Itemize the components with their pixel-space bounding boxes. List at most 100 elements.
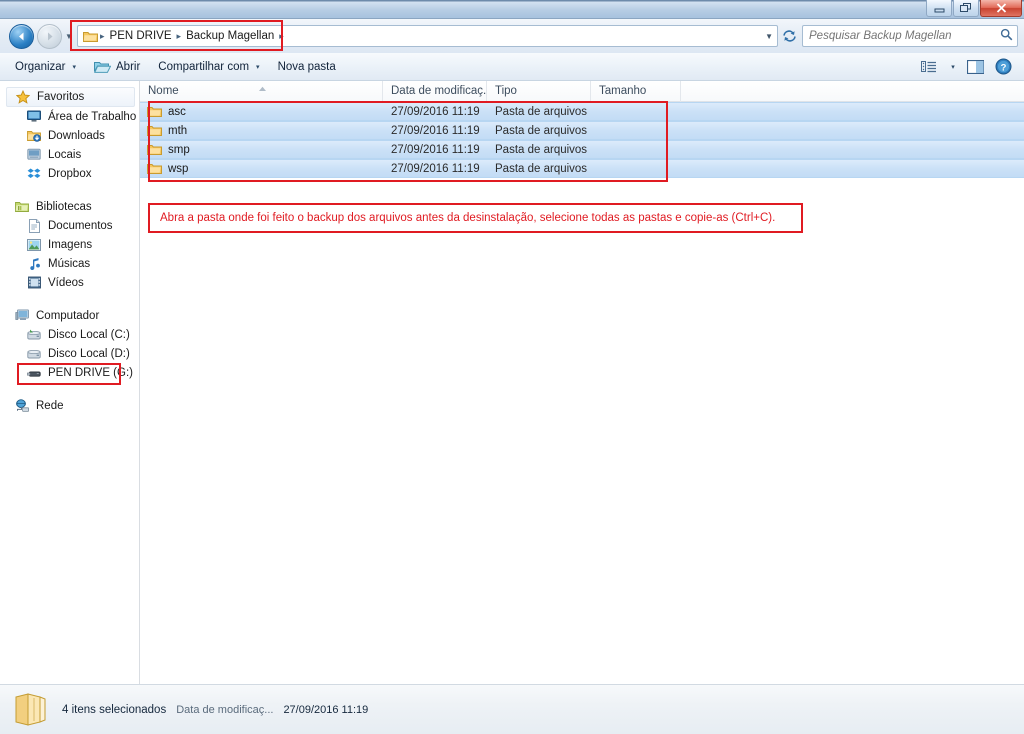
- sidebar-item-bibliotecas[interactable]: Bibliotecas: [0, 197, 139, 216]
- breadcrumb-separator[interactable]: ▸: [277, 31, 286, 42]
- sidebar-label: Dropbox: [48, 167, 92, 180]
- sidebar-label: PEN DRIVE (G:): [48, 366, 133, 379]
- sidebar-item-downloads[interactable]: Downloads: [0, 126, 139, 145]
- command-bar: Organizar ▾ Abrir Compartilhar com ▾ Nov…: [0, 53, 1024, 81]
- new-folder-button[interactable]: Nova pasta: [269, 58, 345, 76]
- preview-pane-button[interactable]: [962, 56, 988, 78]
- sidebar-label: Disco Local (D:): [48, 347, 130, 360]
- table-row[interactable]: asc 27/09/2016 11:19 Pasta de arquivos: [140, 102, 1024, 121]
- sidebar-item-favoritos[interactable]: Favoritos: [6, 87, 135, 107]
- annotation-text: Abra a pasta onde foi feito o backup dos…: [160, 212, 776, 224]
- sidebar-item-dropbox[interactable]: Dropbox: [0, 164, 139, 183]
- search-icon[interactable]: [1000, 28, 1013, 44]
- view-options-button[interactable]: [916, 56, 942, 78]
- cell-name: asc: [140, 105, 383, 118]
- sort-ascending-icon: [258, 81, 267, 100]
- dropbox-icon: [26, 166, 42, 182]
- sidebar-label: Favoritos: [37, 91, 85, 103]
- chevron-down-icon: ▾: [72, 63, 77, 71]
- cell-modified: 27/09/2016 11:19: [391, 143, 480, 156]
- back-button[interactable]: [9, 23, 34, 49]
- navigation-pane: Favoritos Área de Trabalho Downloads Loc…: [0, 81, 140, 684]
- column-header-data-modificacao[interactable]: Data de modificaç...: [383, 80, 487, 102]
- explorer-body: Favoritos Área de Trabalho Downloads Loc…: [0, 80, 1024, 684]
- breadcrumb-separator: ▸: [176, 30, 182, 41]
- usb-drive-icon: [26, 365, 42, 381]
- table-row[interactable]: wsp 27/09/2016 11:19 Pasta de arquivos: [140, 159, 1024, 178]
- annotation-callout: Abra a pasta onde foi feito o backup dos…: [148, 203, 803, 233]
- sidebar-item-disco-local-d[interactable]: Disco Local (D:): [0, 344, 139, 363]
- sidebar-item-videos[interactable]: Vídeos: [0, 273, 139, 292]
- breadcrumb-item-pen-drive[interactable]: PEN DRIVE: [107, 30, 175, 42]
- restore-button[interactable]: [953, 0, 979, 17]
- column-header-tamanho[interactable]: Tamanho: [591, 80, 681, 102]
- table-row[interactable]: smp 27/09/2016 11:19 Pasta de arquivos: [140, 140, 1024, 159]
- downloads-icon: [26, 128, 42, 144]
- sidebar-item-documentos[interactable]: Documentos: [0, 216, 139, 235]
- sidebar-item-imagens[interactable]: Imagens: [0, 235, 139, 254]
- sidebar-label: Documentos: [48, 219, 113, 232]
- organize-button[interactable]: Organizar ▾: [6, 58, 85, 76]
- file-name: asc: [168, 105, 186, 118]
- status-bar: 4 itens selecionados Data de modificaç..…: [0, 684, 1024, 734]
- folder-icon: [82, 28, 98, 44]
- open-button[interactable]: Abrir: [85, 57, 149, 77]
- search-box[interactable]: [802, 25, 1018, 47]
- minimize-button[interactable]: [926, 0, 952, 17]
- file-name: mth: [168, 124, 188, 137]
- chevron-down-icon: ▾: [256, 63, 260, 71]
- cell-type: Pasta de arquivos: [495, 105, 588, 118]
- breadcrumb[interactable]: ▸ PEN DRIVE ▸ Backup Magellan ▸ ▼: [77, 25, 778, 47]
- close-button[interactable]: [980, 0, 1022, 17]
- chevron-down-icon[interactable]: ▼: [62, 32, 76, 41]
- file-list-pane: Nome Data de modificaç... Tipo Tamanho a…: [140, 80, 1024, 684]
- folder-icon: [147, 124, 162, 137]
- folder-icon: [147, 162, 162, 175]
- search-input[interactable]: [807, 29, 1000, 43]
- share-label: Compartilhar com: [158, 60, 250, 73]
- status-detail-label: Data de modificaç...: [176, 703, 274, 716]
- breadcrumb-item-backup-magellan[interactable]: Backup Magellan: [183, 30, 277, 42]
- column-label: Tipo: [495, 84, 517, 97]
- share-with-button[interactable]: Compartilhar com ▾: [149, 58, 268, 76]
- sidebar-label: Computador: [36, 309, 100, 322]
- places-icon: [26, 147, 42, 163]
- sidebar-label: Imagens: [48, 238, 93, 251]
- sidebar-item-disco-local-c[interactable]: Disco Local (C:): [0, 325, 139, 344]
- sidebar-label: Área de Trabalho: [48, 110, 137, 123]
- chevron-down-icon[interactable]: ▼: [765, 32, 777, 41]
- file-name: wsp: [168, 162, 189, 175]
- folder-icon: [147, 105, 162, 118]
- sidebar-label: Vídeos: [48, 276, 84, 289]
- sidebar-item-pen-drive-g[interactable]: PEN DRIVE (G:): [0, 363, 139, 382]
- network-icon: [14, 398, 30, 414]
- command-bar-right: ▾ ?: [916, 56, 1018, 78]
- column-header-tipo[interactable]: Tipo: [487, 80, 591, 102]
- table-row[interactable]: mth 27/09/2016 11:19 Pasta de arquivos: [140, 121, 1024, 140]
- status-text: 4 itens selecionados Data de modificaç..…: [62, 704, 368, 716]
- refresh-icon[interactable]: [778, 25, 800, 47]
- sidebar-item-locais[interactable]: Locais: [0, 145, 139, 164]
- folder-icon: [147, 143, 162, 156]
- file-name: smp: [168, 143, 190, 156]
- sidebar-label: Rede: [36, 399, 64, 412]
- cell-name: smp: [140, 143, 383, 156]
- new-folder-label: Nova pasta: [277, 60, 336, 73]
- desktop-icon: [26, 109, 42, 125]
- sidebar-label: Locais: [48, 148, 82, 161]
- column-label: Nome: [148, 84, 179, 97]
- open-label: Abrir: [116, 60, 141, 73]
- explorer-window: ▼ ▸ PEN DRIVE ▸ Backup Magellan ▸ ▼ Pesq…: [0, 0, 1024, 734]
- nav-group-bibliotecas: Bibliotecas Documentos Imagens Músicas V…: [0, 197, 139, 292]
- sidebar-label: Disco Local (C:): [48, 328, 130, 341]
- forward-button[interactable]: [37, 23, 62, 49]
- sidebar-item-computador[interactable]: Computador: [0, 306, 139, 325]
- cell-type: Pasta de arquivos: [495, 124, 588, 137]
- sidebar-item-musicas[interactable]: Músicas: [0, 254, 139, 273]
- documents-icon: [26, 218, 42, 234]
- sidebar-item-area-de-trabalho[interactable]: Área de Trabalho: [0, 107, 139, 126]
- column-header-nome[interactable]: Nome: [140, 80, 383, 102]
- help-button[interactable]: ?: [990, 56, 1016, 78]
- view-options-dropdown[interactable]: ▾: [944, 56, 960, 78]
- sidebar-item-rede[interactable]: Rede: [0, 396, 139, 415]
